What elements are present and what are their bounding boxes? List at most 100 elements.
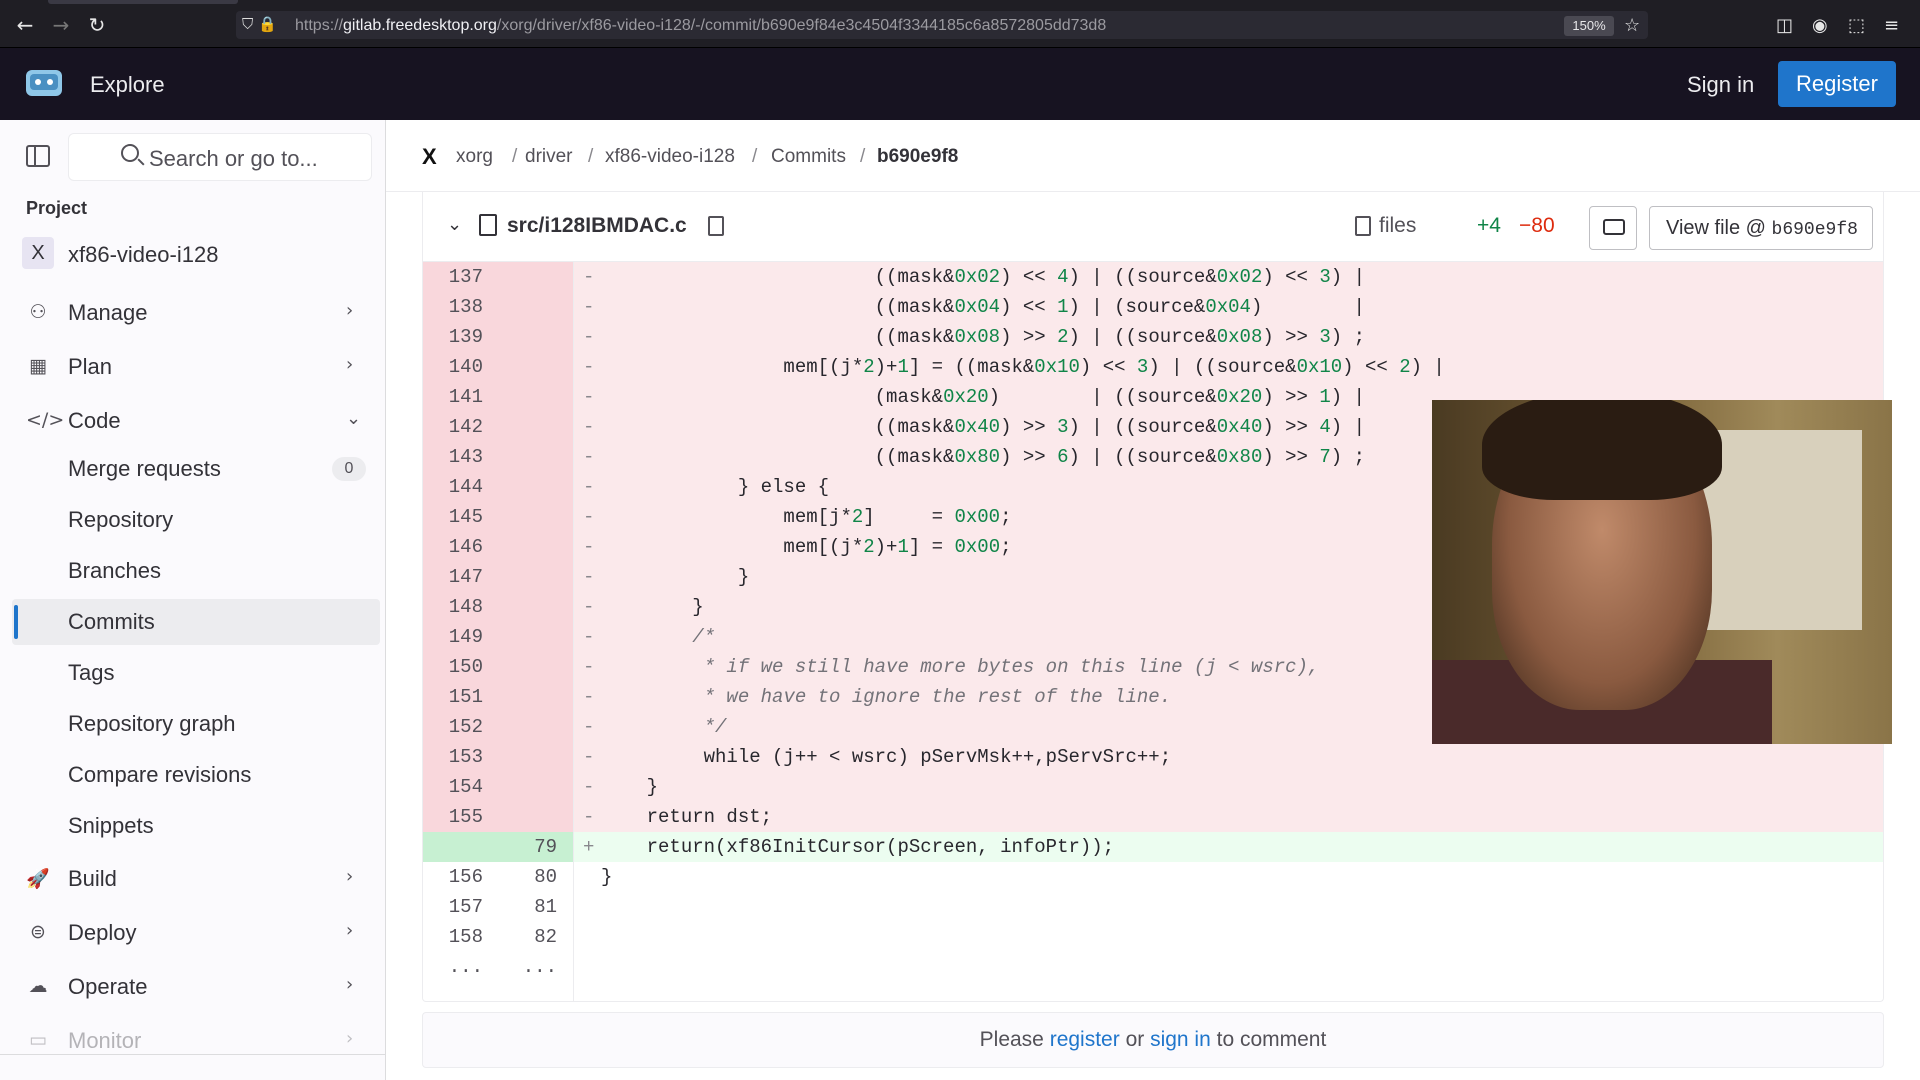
gitlab-logo-icon[interactable] [24, 64, 64, 100]
zoom-badge[interactable]: 150% [1564, 16, 1614, 36]
register-button[interactable]: Register [1778, 61, 1896, 107]
sign-in-comment-link[interactable]: sign in [1150, 1028, 1211, 1051]
sidebar-item-commits[interactable]: Commits [12, 599, 380, 645]
sidebar-item-snippets[interactable]: Snippets [0, 803, 385, 849]
sidebar-item-label: Snippets [68, 813, 154, 838]
menu-icon[interactable]: ≡ [1884, 15, 1899, 36]
forward-icon[interactable]: → [50, 14, 72, 36]
breadcrumb-separator: / [588, 146, 594, 167]
extensions-icon[interactable]: ⬚ [1848, 15, 1865, 36]
sidebar-item-label: Repository [68, 507, 174, 532]
search-input[interactable]: Search or go to... [68, 133, 372, 181]
comment-prompt: Please register or sign in to comment [422, 1012, 1884, 1068]
sidebar-item-manage[interactable]: ⚇ Manage › [0, 290, 385, 334]
breadcrumb-separator: / [860, 146, 866, 167]
copy-icon[interactable] [708, 216, 724, 236]
sidebar-item-compare-revisions[interactable]: Compare revisions [0, 752, 385, 798]
sidebar: Search or go to... Project X xf86-video-… [0, 120, 386, 1080]
comment-icon [1603, 219, 1625, 235]
chevron-down-icon[interactable]: ⌄ [447, 214, 462, 235]
comment-button[interactable] [1589, 206, 1637, 250]
sidebar-item-operate[interactable]: ☁ Operate › [0, 964, 385, 1008]
sidebar-item-label: Merge requests [68, 456, 221, 481]
sidebar-item-monitor[interactable]: ▭ Monitor › [0, 1018, 385, 1062]
sidebar-item-label: Repository graph [68, 711, 236, 736]
bookmark-star-icon[interactable]: ☆ [1624, 15, 1640, 36]
browser-toolbar: ← → ↻ ⛉ 🔒 https://gitlab.freedesktop.org… [0, 0, 1920, 48]
file-icon [479, 214, 497, 236]
sidebar-item-label: Plan [68, 354, 113, 379]
calendar-icon: ▦ [29, 355, 47, 377]
diff-line: 155- return dst; [423, 802, 1883, 832]
sidebar-toggle-icon[interactable] [26, 145, 50, 167]
sidebar-item-label: Build [68, 866, 117, 891]
url-prefix: https:// [295, 17, 344, 34]
sidebar-item-merge-requests[interactable]: Merge requests 0 [0, 446, 385, 492]
diff-line: 154- } [423, 772, 1883, 802]
sidebar-item-plan[interactable]: ▦ Plan › [0, 344, 385, 388]
gutter-divider [573, 262, 574, 1001]
sidebar-item-branches[interactable]: Branches [0, 548, 385, 594]
comment-middle: or [1119, 1028, 1151, 1051]
users-icon: ⚇ [29, 301, 47, 323]
sidebar-item-label: Commits [68, 609, 155, 634]
sidebar-item-label: Branches [68, 558, 161, 583]
chevron-right-icon: › [346, 866, 354, 887]
breadcrumb-commits[interactable]: Commits [771, 146, 846, 168]
sidebar-item-code[interactable]: </> Code ⌄ [0, 398, 385, 442]
diff-line: 153- while (j++ < wsrc) pServMsk++,pServ… [423, 742, 1883, 772]
xorg-logo-icon: X [422, 144, 437, 169]
view-file-label: View file @ [1666, 217, 1772, 239]
breadcrumb-separator: / [752, 146, 758, 167]
breadcrumb-xorg[interactable]: xorg [456, 146, 493, 168]
diff-line: 79 + return(xf86InitCursor(pScreen, infoP… [423, 832, 1883, 862]
account-icon[interactable]: ◉ [1812, 15, 1828, 36]
view-file-sha: b690e9f8 [1771, 220, 1858, 240]
url-text[interactable]: https://gitlab.freedesktop.org/xorg/driv… [295, 17, 1106, 35]
url-host: gitlab.freedesktop.org [343, 17, 497, 34]
sidebar-item-repository-graph[interactable]: Repository graph [0, 701, 385, 747]
webcam-overlay [1432, 400, 1892, 744]
gitlab-header: Explore Sign in Register [0, 48, 1920, 120]
sidebar-item-deploy[interactable]: ⊜ Deploy › [0, 910, 385, 954]
back-icon[interactable]: ← [14, 14, 36, 36]
sidebar-divider [0, 1054, 385, 1055]
reload-icon[interactable]: ↻ [86, 14, 108, 36]
monitor-icon: ▭ [29, 1029, 47, 1051]
chevron-right-icon: › [346, 974, 354, 995]
chevron-right-icon: › [346, 920, 354, 941]
diff-line: 140- mem[(j*2)+1] = ((mask&0x10) << 3) |… [423, 352, 1883, 382]
breadcrumb-commit-sha[interactable]: b690e9f8 [877, 146, 958, 168]
sign-in-link[interactable]: Sign in [1687, 72, 1754, 98]
cloud-gear-icon: ☁ [28, 975, 48, 997]
pocket-icon[interactable]: ◫ [1776, 15, 1793, 36]
diff-expand-row[interactable]: ...... [423, 952, 1883, 982]
diff-line: 138- ((mask&0x04) << 1) | (source&0x04) … [423, 292, 1883, 322]
explore-link[interactable]: Explore [90, 72, 165, 98]
sidebar-item-build[interactable]: 🚀 Build › [0, 856, 385, 900]
shield-icon: ⛉ 🔒 [242, 15, 277, 33]
comment-suffix: to comment [1210, 1028, 1327, 1051]
chevron-right-icon: › [346, 354, 354, 375]
diff-file-header: ⌄ src/i128IBMDAC.c files +4 −80 View fil… [423, 192, 1883, 262]
breadcrumb-separator: / [512, 146, 518, 167]
diff-line: 158 82 [448, 926, 557, 948]
file-path[interactable]: src/i128IBMDAC.c [507, 214, 687, 238]
breadcrumb: X xorg / driver / xf86-video-i128 / Comm… [386, 120, 1920, 192]
view-file-button[interactable]: View file @ b690e9f8 [1649, 206, 1873, 250]
sidebar-item-repository[interactable]: Repository [0, 497, 385, 543]
project-name-link[interactable]: xf86-video-i128 [68, 242, 218, 268]
project-avatar[interactable]: X [22, 237, 54, 269]
deletions-count: −80 [1519, 214, 1555, 237]
register-link[interactable]: register [1050, 1028, 1120, 1051]
sidebar-item-label: Manage [68, 300, 148, 325]
code-icon: </> [26, 409, 65, 431]
diff-line: 156 80} [448, 866, 613, 888]
browser-tab[interactable] [48, 0, 238, 4]
file-diff-icon [1355, 216, 1371, 236]
breadcrumb-project[interactable]: xf86-video-i128 [605, 146, 735, 168]
breadcrumb-driver[interactable]: driver [525, 146, 573, 168]
chevron-right-icon: › [346, 300, 354, 321]
sidebar-item-tags[interactable]: Tags [0, 650, 385, 696]
diff-line: 157 81 [448, 896, 557, 918]
